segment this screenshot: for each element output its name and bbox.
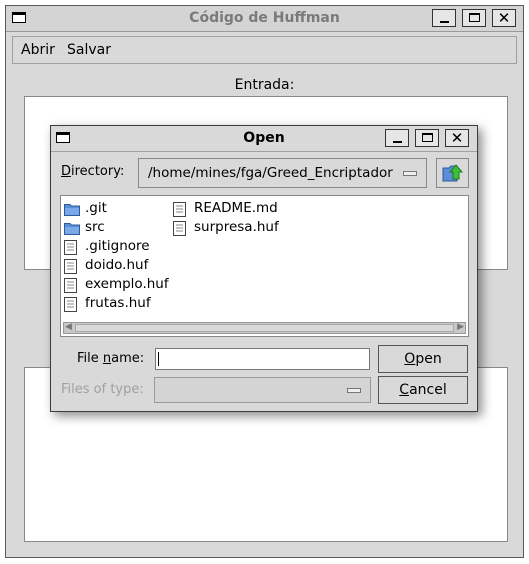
scrollbar-thumb[interactable]: [75, 324, 454, 332]
folder-up-icon: [442, 164, 464, 182]
scroll-left-icon[interactable]: ◀: [65, 322, 72, 332]
open-dialog: Open ✕ Directory: /home/mines/fga/Greed_…: [50, 125, 478, 412]
folder-icon: [64, 221, 80, 239]
file-list-item-label: doido.huf: [85, 257, 149, 273]
menu-salvar[interactable]: Salvar: [67, 42, 111, 58]
minimize-icon: [393, 141, 402, 143]
up-directory-button[interactable]: [436, 158, 469, 188]
minimize-icon: [440, 21, 449, 23]
text-caret: [158, 352, 159, 366]
dropdown-icon: [347, 388, 361, 393]
cancel-button[interactable]: Cancel: [378, 376, 468, 404]
menubar: Abrir Salvar: [12, 36, 517, 64]
horizontal-scrollbar[interactable]: ◀ ▶: [63, 322, 466, 334]
files-of-type-combobox: [154, 377, 371, 403]
maximize-icon: [469, 13, 480, 22]
close-icon: ✕: [497, 9, 511, 27]
file-list-item-label: frutas.huf: [85, 295, 151, 311]
dialog-minimize-button[interactable]: [385, 129, 409, 147]
file-list-item-label: .gitignore: [85, 238, 150, 254]
close-button[interactable]: ✕: [492, 9, 516, 27]
file-list[interactable]: .git src .gitignore doido.huf exemplo.huf fru…: [60, 195, 469, 337]
dialog-title: Open: [243, 130, 285, 146]
files-of-type-label: Files of type:: [61, 382, 144, 397]
file-icon: [64, 259, 78, 278]
file-list-item-label: surpresa.huf: [194, 219, 279, 235]
scroll-right-icon[interactable]: ▶: [457, 322, 464, 332]
dialog-close-button[interactable]: ✕: [445, 129, 469, 147]
entrada-label: Entrada:: [234, 77, 295, 93]
file-list-item-label: src: [85, 219, 105, 235]
file-list-item-label: exemplo.huf: [85, 276, 169, 292]
file-icon: [64, 278, 78, 297]
maximize-icon: [422, 133, 433, 142]
file-list-item-label: README.md: [194, 200, 278, 216]
open-button[interactable]: Open: [378, 345, 468, 373]
directory-combobox[interactable]: /home/mines/fga/Greed_Encriptador: [138, 158, 427, 188]
maximize-button[interactable]: [462, 9, 486, 27]
file-icon: [64, 297, 78, 316]
dropdown-icon: [403, 171, 417, 176]
minimize-button[interactable]: [432, 9, 456, 27]
menu-abrir[interactable]: Abrir: [21, 42, 55, 58]
file-name-label: File name:: [77, 351, 145, 366]
file-list-item-label: .git: [85, 200, 107, 216]
directory-value: /home/mines/fga/Greed_Encriptador: [148, 165, 393, 181]
file-icon: [173, 221, 187, 240]
main-titlebar[interactable]: Código de Huffman ✕: [6, 6, 523, 32]
dialog-titlebar[interactable]: Open ✕: [51, 126, 477, 152]
file-icon: [64, 240, 78, 259]
folder-icon: [64, 202, 80, 220]
file-icon: [173, 202, 187, 221]
directory-label: Directory:: [61, 164, 125, 179]
file-name-input[interactable]: [155, 348, 370, 370]
close-icon: ✕: [450, 129, 464, 147]
dialog-maximize-button[interactable]: [415, 129, 439, 147]
